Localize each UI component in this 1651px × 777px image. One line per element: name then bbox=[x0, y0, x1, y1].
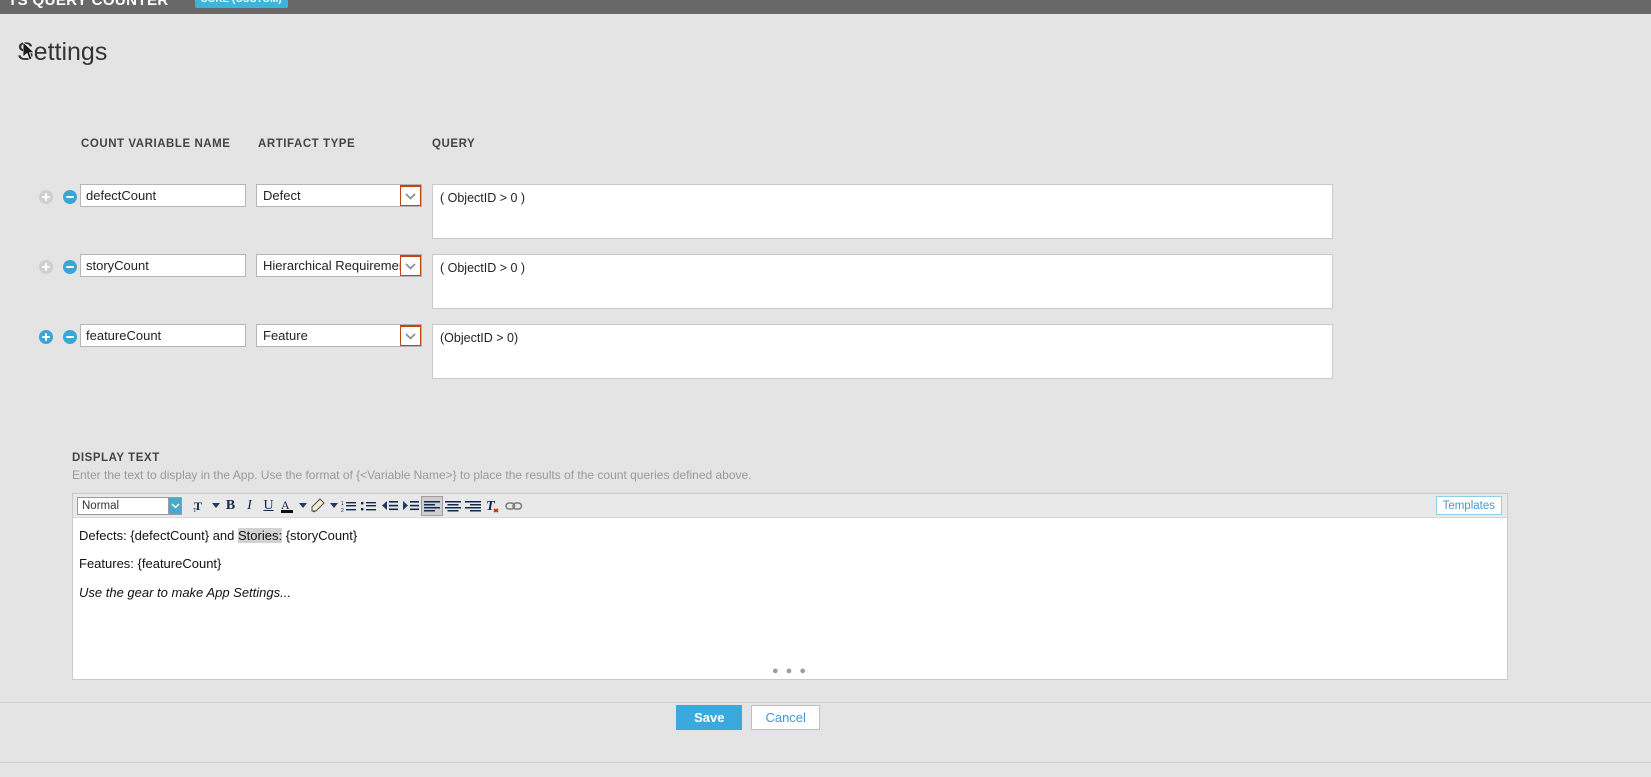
display-text-section: DISPLAY TEXT Enter the text to display i… bbox=[72, 452, 1508, 680]
minus-circle-icon bbox=[63, 190, 77, 204]
app-title: TS QUERY COUNTER bbox=[8, 0, 169, 9]
align-left-icon[interactable] bbox=[421, 495, 443, 516]
artifact-type-value: Defect bbox=[263, 188, 301, 203]
chevron-down-icon bbox=[400, 255, 421, 276]
font-color-caret-icon[interactable] bbox=[297, 503, 308, 508]
highlight-color-icon[interactable] bbox=[308, 496, 328, 516]
outdent-icon[interactable] bbox=[379, 496, 400, 516]
editor-line-1-text-after: {storyCount} bbox=[282, 528, 358, 543]
save-button[interactable]: Save bbox=[676, 705, 743, 730]
plus-circle-icon bbox=[39, 260, 53, 274]
add-row-button[interactable] bbox=[39, 330, 53, 344]
editor-line-3: Use the gear to make App Settings... bbox=[79, 584, 291, 600]
templates-button[interactable]: Templates bbox=[1435, 496, 1502, 515]
svg-text:2: 2 bbox=[341, 508, 344, 513]
query-textarea[interactable]: (ObjectID > 0) bbox=[432, 324, 1333, 379]
count-variable-name-input[interactable] bbox=[80, 184, 246, 207]
editor-line-1: Defects: {defectCount} and Stories: {sto… bbox=[79, 528, 1501, 544]
count-variable-name-input[interactable] bbox=[80, 254, 246, 277]
bulleted-list-icon[interactable] bbox=[359, 496, 379, 516]
remove-row-button[interactable] bbox=[63, 260, 77, 274]
column-header-variable-name: COUNT VARIABLE NAME bbox=[81, 138, 231, 150]
count-variable-name-input[interactable] bbox=[80, 324, 246, 347]
insert-link-icon[interactable] bbox=[503, 496, 525, 516]
minus-circle-icon bbox=[63, 330, 77, 344]
indent-icon[interactable] bbox=[400, 496, 421, 516]
align-right-icon[interactable] bbox=[463, 496, 483, 516]
artifact-type-select[interactable]: Hierarchical Requirement bbox=[256, 254, 422, 277]
svg-text:A: A bbox=[281, 498, 290, 512]
plus-circle-icon bbox=[39, 190, 53, 204]
footer-bar: Save Cancel bbox=[0, 702, 1651, 777]
app-type-badge: CORE (CUSTOM) bbox=[194, 0, 288, 8]
minus-circle-icon bbox=[63, 260, 77, 274]
table-column-headers: COUNT VARIABLE NAME ARTIFACT TYPE QUERY bbox=[0, 138, 1651, 160]
artifact-type-select[interactable]: Feature bbox=[256, 324, 422, 347]
paragraph-style-select[interactable]: Normal bbox=[77, 496, 182, 515]
remove-row-button[interactable] bbox=[63, 190, 77, 204]
display-text-label: DISPLAY TEXT bbox=[72, 452, 160, 464]
chevron-down-icon bbox=[168, 497, 181, 514]
bold-icon[interactable]: B bbox=[221, 496, 240, 516]
artifact-type-value: Feature bbox=[263, 328, 308, 343]
svg-text:1: 1 bbox=[341, 501, 344, 507]
table-row: Hierarchical Requirement ( ObjectID > 0 … bbox=[0, 230, 1651, 309]
remove-row-button[interactable] bbox=[63, 330, 77, 344]
italic-icon[interactable]: I bbox=[240, 496, 259, 516]
highlight-color-caret-icon[interactable] bbox=[328, 503, 339, 508]
column-header-artifact-type: ARTIFACT TYPE bbox=[258, 138, 356, 150]
chevron-down-icon bbox=[400, 185, 421, 206]
plus-circle-icon bbox=[39, 330, 53, 344]
table-row: Defect ( ObjectID > 0 ) bbox=[0, 160, 1651, 239]
display-text-help: Enter the text to display in the App. Us… bbox=[72, 468, 752, 482]
editor-resize-grip[interactable]: ● ● ● bbox=[73, 665, 1507, 677]
footer-button-row: Save Cancel bbox=[0, 705, 1496, 730]
editor-line-1-selected-text: Stories: bbox=[238, 528, 283, 543]
numbered-list-icon[interactable]: 1 2 bbox=[339, 496, 359, 516]
app-header-bar: TS QUERY COUNTER CORE (CUSTOM) bbox=[0, 0, 1651, 14]
font-size-icon[interactable]: T T bbox=[191, 496, 210, 516]
page-title: Settings bbox=[17, 38, 108, 66]
editor-toolbar: Normal T T B I U A 1 2 T Templates bbox=[73, 494, 1507, 518]
editor-line-1-text-before: Defects: {defectCount} and bbox=[79, 528, 238, 543]
underline-icon[interactable]: U bbox=[259, 496, 278, 516]
editor-line-2: Features: {featureCount} bbox=[79, 556, 222, 572]
column-header-query: QUERY bbox=[432, 138, 476, 150]
add-row-button[interactable] bbox=[39, 190, 53, 204]
clear-formatting-icon[interactable]: T bbox=[483, 496, 503, 516]
footer-divider bbox=[0, 762, 1651, 763]
add-row-button[interactable] bbox=[39, 260, 53, 274]
count-queries-table: COUNT VARIABLE NAME ARTIFACT TYPE QUERY … bbox=[0, 138, 1651, 379]
artifact-type-select[interactable]: Defect bbox=[256, 184, 422, 207]
align-center-icon[interactable] bbox=[443, 496, 463, 516]
cancel-button[interactable]: Cancel bbox=[751, 705, 820, 730]
table-row: Feature (ObjectID > 0) bbox=[0, 300, 1651, 379]
svg-text:T: T bbox=[193, 508, 197, 513]
chevron-down-icon bbox=[400, 325, 421, 346]
editor-content-area[interactable]: Defects: {defectCount} and Stories: {sto… bbox=[73, 518, 1507, 679]
font-size-caret-icon[interactable] bbox=[210, 503, 221, 508]
paragraph-style-value: Normal bbox=[82, 499, 120, 512]
font-color-icon[interactable]: A bbox=[278, 496, 297, 516]
artifact-type-value: Hierarchical Requirement bbox=[263, 258, 400, 273]
rich-text-editor: Normal T T B I U A 1 2 T Templates Defec… bbox=[72, 493, 1508, 680]
